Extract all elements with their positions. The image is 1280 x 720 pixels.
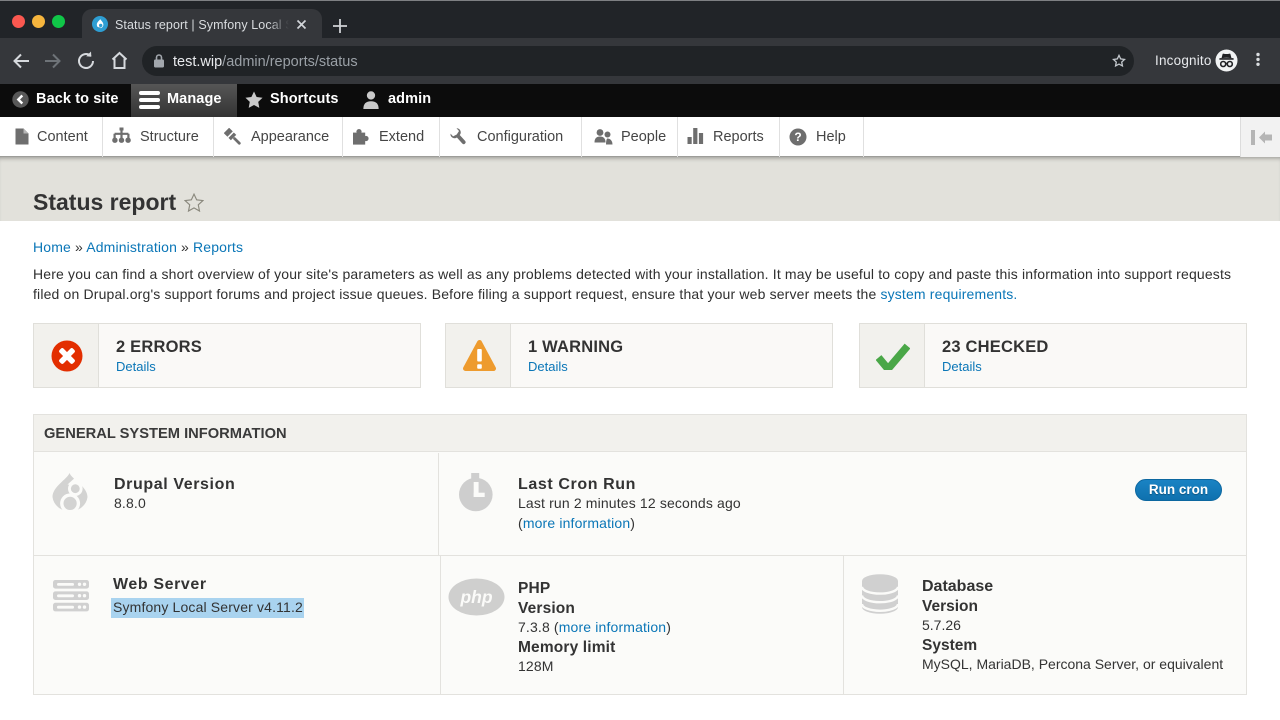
svg-text:?: ? bbox=[794, 130, 801, 144]
svg-text:php: php bbox=[459, 587, 492, 607]
